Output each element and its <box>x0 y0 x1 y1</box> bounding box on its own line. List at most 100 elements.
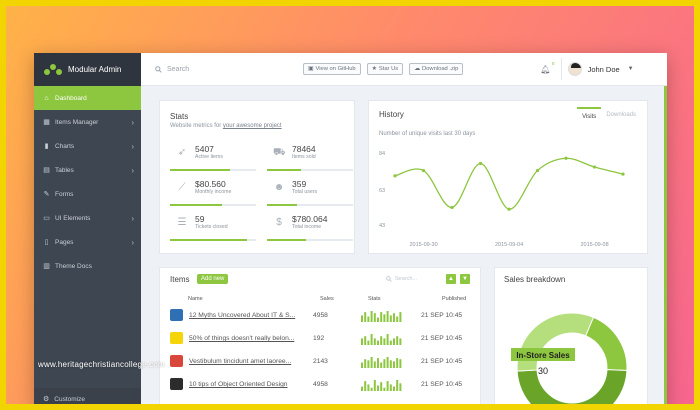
stat-progress-fill <box>170 169 231 171</box>
stat-value: 59 <box>195 214 205 224</box>
visits-data-point[interactable] <box>621 172 625 176</box>
avatar[interactable] <box>567 62 582 76</box>
github-button-label: View on GitHub <box>315 66 356 72</box>
table-row[interactable]: Vestibulum tincidunt amet laoree... 2143 2… <box>166 352 476 372</box>
sparkline-bar <box>389 315 392 322</box>
sparkline-bar <box>386 311 389 322</box>
stat-progress-fill <box>170 204 222 206</box>
table-icon: ▤ <box>43 166 50 174</box>
sidebar-item-pages[interactable]: ▯ Pages › <box>34 230 141 254</box>
sidebar-item-dashboard[interactable]: ⌂ Dashboard <box>34 86 141 110</box>
visits-data-point[interactable] <box>592 165 597 169</box>
sparkline-bar <box>361 338 363 345</box>
customize-button[interactable]: ⚙ Customize <box>34 388 141 410</box>
table-row[interactable]: 10 tips of Object Oriented Design 4958 21 … <box>166 375 476 395</box>
cart-icon: ⛟ <box>273 147 286 158</box>
sparkline-bar <box>389 340 392 345</box>
github-icon: ▣ <box>308 66 314 72</box>
star-icon: ★ <box>371 66 377 72</box>
history-panel: History Visits Downloads Number of uniqu… <box>368 100 648 254</box>
list-icon: ☰ <box>177 217 187 228</box>
col-stats[interactable]: Stats <box>368 296 381 302</box>
stat-value: 359 <box>292 179 307 189</box>
notification-button[interactable]: 🔔︎ 8 <box>540 61 554 74</box>
gear-icon: ⚙ <box>43 396 50 403</box>
item-sales: 4958 <box>313 381 328 388</box>
history-title: History <box>379 110 404 119</box>
sidebar-item-forms[interactable]: ✎ Forms <box>34 182 141 206</box>
sidebar-item-ui-elements[interactable]: ▭ UI Elements › <box>34 206 141 230</box>
download-button[interactable]: ☁ Download .zip <box>409 63 464 75</box>
col-sales[interactable]: Sales <box>320 296 334 302</box>
visits-data-point[interactable] <box>478 161 483 166</box>
sparkline-bar <box>373 361 376 368</box>
donut-center-value: 30 <box>538 366 548 376</box>
top-header: Search ▣ View on GitHub ★ Star Us ☁ Downloa… <box>141 53 667 86</box>
brand[interactable]: Modular Admin <box>34 53 141 86</box>
scroll-down-button[interactable]: ▼ <box>460 274 470 284</box>
table-row[interactable]: 12 Myths Uncovered About IT & S... 4958 21… <box>166 306 476 326</box>
stat-value: 5407 <box>195 144 214 154</box>
stat-card: $ $780.064 Total income <box>267 211 353 243</box>
item-name-link[interactable]: 50% of things doesn't really belon... <box>189 335 317 342</box>
github-button[interactable]: ▣ View on GitHub <box>303 63 361 75</box>
sales-donut-chart: In-Store Sales 30 <box>511 312 628 410</box>
sidebar-item-charts[interactable]: ▮ Charts › <box>34 134 141 158</box>
book-icon: ▥ <box>43 262 50 270</box>
table-row[interactable]: 50% of things doesn't really belon... 192… <box>166 329 476 349</box>
star-button-label: Star Us <box>378 66 399 72</box>
items-search-placeholder: Search... <box>395 276 418 282</box>
x-tick-label: 2015-09-08 <box>581 242 609 248</box>
stat-progress-fill <box>267 204 298 206</box>
brand-logo-icon <box>44 63 62 76</box>
chevron-right-icon: › <box>131 213 134 223</box>
sidebar-item-tables[interactable]: ▤ Tables › <box>34 158 141 182</box>
visits-data-point[interactable] <box>450 205 454 210</box>
star-button[interactable]: ★ Star Us <box>366 63 404 75</box>
stats-title: Stats <box>170 112 189 121</box>
caret-down-icon[interactable]: ▼ <box>628 66 634 72</box>
item-published: 21 SEP 10:45 <box>421 335 463 342</box>
sidebar-item-items-manager[interactable]: ▦ Items Manager › <box>34 110 141 134</box>
stats-subtitle: Website metrics for your awesome project <box>170 123 282 129</box>
sparkline-bar <box>373 313 376 322</box>
stat-progress-bar <box>170 169 256 171</box>
visits-data-point[interactable] <box>564 156 568 160</box>
visits-data-point[interactable] <box>393 174 397 178</box>
item-sparkline <box>361 311 402 322</box>
sidebar-item-theme-docs[interactable]: ▥ Theme Docs <box>34 254 141 278</box>
col-name[interactable]: Name <box>188 296 203 302</box>
item-name-link[interactable]: Vestibulum tincidunt amet laoree... <box>189 358 317 365</box>
items-search[interactable]: Search... <box>386 276 417 282</box>
sparkline-bar <box>386 381 389 391</box>
visits-data-point[interactable] <box>421 168 426 173</box>
sparkline-bar <box>393 338 395 345</box>
stat-progress-fill <box>267 169 302 171</box>
stats-subtitle-link[interactable]: your awesome project <box>223 123 282 129</box>
download-button-label: Download .zip <box>421 66 459 72</box>
home-icon: ⌂ <box>44 94 49 102</box>
item-name-link[interactable]: 12 Myths Uncovered About IT & S... <box>189 312 317 319</box>
item-name-link[interactable]: 10 tips of Object Oriented Design <box>189 381 317 388</box>
tab-visits[interactable]: Visits <box>577 107 602 125</box>
tab-downloads[interactable]: Downloads <box>601 107 641 125</box>
sparkline-bar <box>380 382 383 391</box>
sparkline-bar <box>377 340 379 345</box>
search-input[interactable]: Search <box>155 66 275 73</box>
bell-icon: 🔔︎ <box>540 64 551 74</box>
add-new-button[interactable]: Add new <box>197 274 229 284</box>
notification-badge: 8 <box>552 60 555 66</box>
col-published[interactable]: Published <box>442 296 466 302</box>
sparkline-bar <box>367 360 370 368</box>
stat-progress-bar <box>267 239 353 241</box>
sparkline-bar <box>393 386 395 391</box>
dollar-icon: $ <box>276 217 282 228</box>
stat-card: ☻ 359 Total users <box>267 176 353 208</box>
sidebar-item-label: UI Elements <box>55 214 91 222</box>
user-name[interactable]: John Doe <box>588 65 620 74</box>
scroll-up-button[interactable]: ▲ <box>446 274 456 284</box>
history-subtitle: Number of unique visits last 30 days <box>379 131 476 137</box>
item-thumbnail <box>170 355 183 367</box>
visits-data-point[interactable] <box>507 207 511 211</box>
visits-data-point[interactable] <box>535 168 540 173</box>
